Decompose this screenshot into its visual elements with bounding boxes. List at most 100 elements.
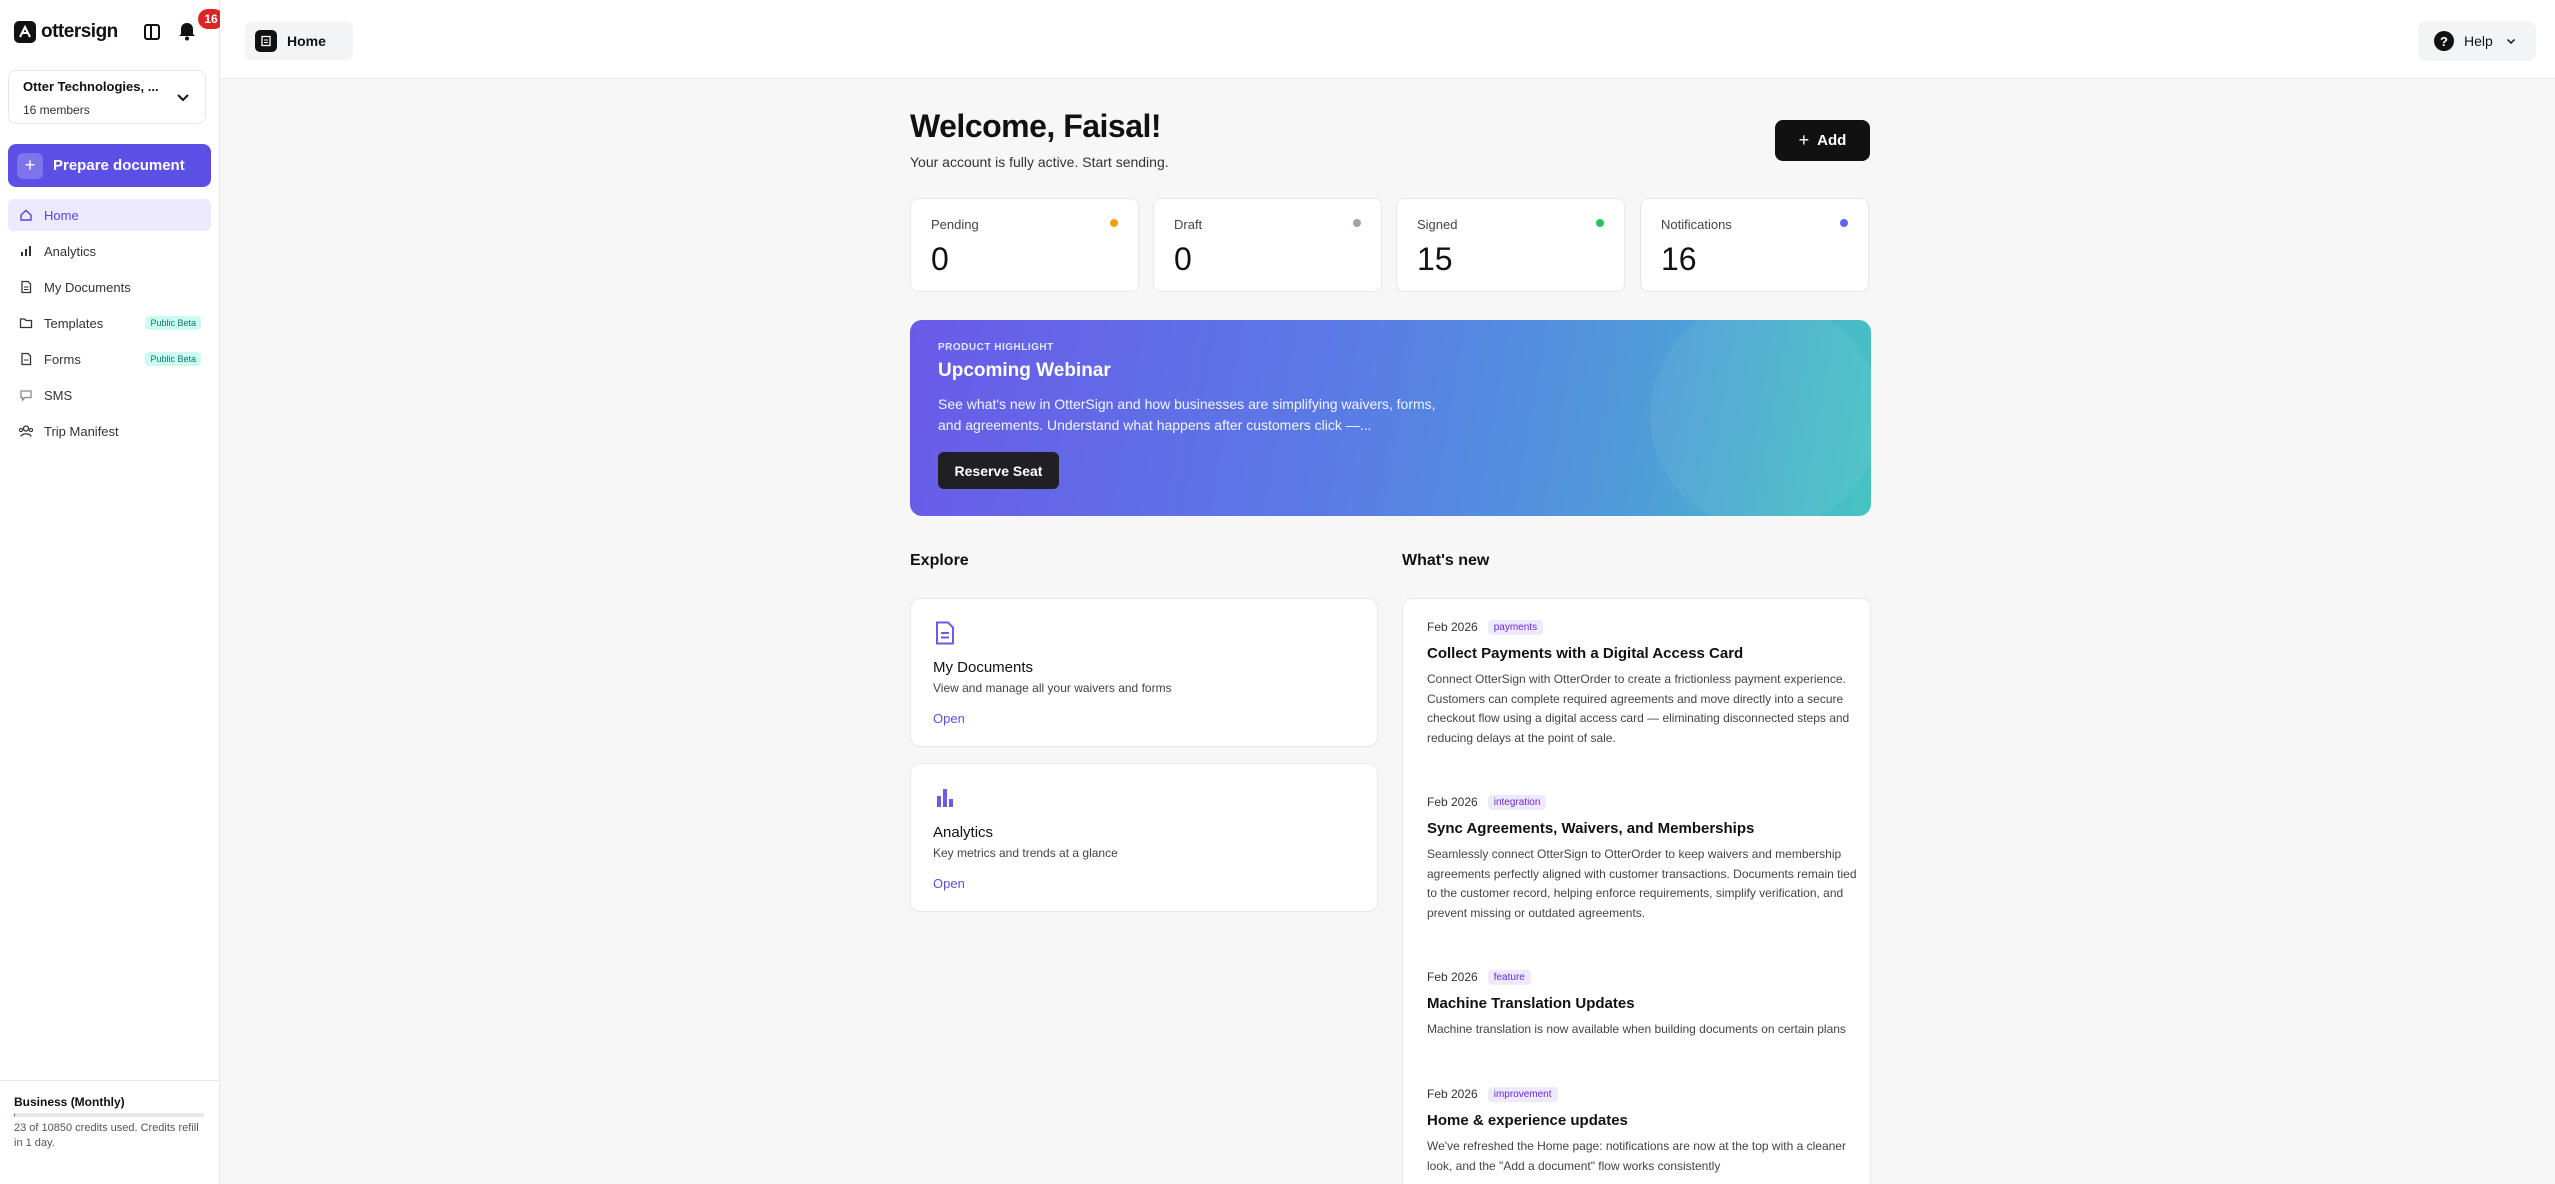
plan-name: Business (Monthly)	[14, 1095, 125, 1109]
sidebar-item-forms[interactable]: Forms Public Beta	[8, 343, 211, 375]
document-icon	[936, 621, 954, 645]
news-title[interactable]: Sync Agreements, Waivers, and Membership…	[1427, 820, 1857, 837]
news-tag: payments	[1487, 619, 1544, 635]
sidebar-item-label: Trip Manifest	[44, 423, 119, 439]
chart-icon	[937, 789, 953, 807]
stat-label: Signed	[1417, 217, 1458, 232]
sidebar: ottersign 16 Otter Technologies, ... 16 …	[0, 0, 224, 1184]
news-date: Feb 2026	[1427, 970, 1478, 984]
whats-new-panel: Feb 2026 payments Collect Payments with a…	[1402, 598, 1871, 1184]
status-dot	[1596, 219, 1604, 227]
chevron-down-icon	[177, 94, 189, 102]
sidebar-item-label: Forms	[44, 351, 81, 367]
main-content: Welcome, Faisal! Your account is fully a…	[220, 80, 2555, 1184]
sidebar-toggle-icon[interactable]	[142, 22, 162, 42]
page-subtitle: Your account is fully active. Start send…	[910, 154, 1169, 170]
chat-icon	[18, 387, 34, 403]
news-item: Feb 2026 payments Collect Payments with a…	[1427, 617, 1857, 748]
prepare-document-button[interactable]: + Prepare document	[8, 144, 211, 187]
page-title: Welcome, Faisal!	[910, 108, 1162, 144]
public-beta-badge: Public Beta	[145, 352, 201, 366]
plan-usage: Business (Monthly) 23 of 10850 credits u…	[0, 1080, 220, 1184]
news-body: Connect OtterSign with OtterOrder to cre…	[1427, 672, 1850, 745]
breadcrumb[interactable]: Home	[245, 22, 353, 60]
open-link[interactable]: Open	[933, 711, 965, 726]
help-label: Help	[2464, 33, 2493, 49]
open-link[interactable]: Open	[933, 876, 965, 891]
bell-icon	[179, 23, 195, 41]
explore-card-analytics[interactable]: Analytics Key metrics and trends at a gl…	[910, 763, 1378, 912]
news-title[interactable]: Home & experience updates	[1427, 1112, 1857, 1129]
org-members-count: 16 members	[23, 103, 90, 117]
sidebar-item-label: Analytics	[44, 243, 97, 259]
notifications-button[interactable]: 16	[176, 9, 224, 44]
stat-card-draft[interactable]: Draft 0	[1153, 198, 1382, 292]
sidebar-item-label: SMS	[44, 387, 73, 403]
sidebar-item-home[interactable]: Home	[8, 199, 211, 231]
plus-icon: +	[17, 152, 43, 179]
sidebar-item-sms[interactable]: SMS	[8, 379, 211, 411]
stat-card-pending[interactable]: Pending 0	[910, 198, 1139, 292]
top-bar: Home ? Help	[220, 0, 2555, 79]
card-title: My Documents	[933, 659, 1034, 676]
sidebar-item-my-documents[interactable]: My Documents	[8, 271, 211, 303]
add-label: Add	[1817, 132, 1847, 149]
explore-card-my-documents[interactable]: My Documents View and manage all your wa…	[910, 598, 1378, 747]
news-date: Feb 2026	[1427, 620, 1478, 634]
sidebar-item-analytics[interactable]: Analytics	[8, 235, 211, 267]
public-beta-badge: Public Beta	[145, 316, 201, 330]
stat-label: Notifications	[1661, 217, 1732, 232]
news-tag: feature	[1487, 969, 1531, 985]
add-button[interactable]: + Add	[1775, 120, 1870, 161]
brand-name[interactable]: ottersign	[41, 21, 118, 43]
folder-icon	[18, 315, 34, 331]
help-icon: ?	[2434, 31, 2454, 51]
stat-value: 0	[931, 241, 949, 277]
sidebar-item-label: Templates	[44, 315, 104, 331]
card-title: Analytics	[933, 824, 994, 841]
sidebar-item-templates[interactable]: Templates Public Beta	[8, 307, 211, 339]
news-item: Feb 2026 integration Sync Agreements, Wai…	[1427, 792, 1857, 923]
sidebar-item-trip-manifest[interactable]: Trip Manifest	[8, 415, 211, 447]
breadcrumb-label: Home	[287, 33, 326, 49]
help-button[interactable]: ? Help	[2418, 21, 2536, 61]
news-tag: integration	[1487, 794, 1547, 810]
news-body: Machine translation is now available whe…	[1427, 1022, 1846, 1036]
stat-label: Draft	[1174, 217, 1203, 232]
news-date: Feb 2026	[1427, 1087, 1478, 1101]
status-dot	[1840, 219, 1848, 227]
banner-title: Upcoming Webinar	[938, 360, 1111, 381]
sidebar-item-label: Home	[44, 207, 79, 223]
credit-usage-bar	[14, 1113, 204, 1117]
stat-card-notifications[interactable]: Notifications 16	[1640, 198, 1869, 292]
credit-usage-fill	[14, 1113, 15, 1117]
stat-value: 16	[1661, 241, 1697, 277]
chart-icon	[18, 243, 34, 259]
news-title[interactable]: Collect Payments with a Digital Access C…	[1427, 645, 1857, 662]
news-body: Seamlessly connect OtterSign to OtterOrd…	[1427, 847, 1857, 920]
org-switcher[interactable]: Otter Technologies, ... 16 members	[8, 70, 206, 124]
stat-card-signed[interactable]: Signed 15	[1396, 198, 1625, 292]
news-title[interactable]: Machine Translation Updates	[1427, 995, 1857, 1012]
card-description: View and manage all your waivers and for…	[933, 681, 1172, 695]
webinar-banner: PRODUCT HIGHLIGHT Upcoming Webinar See w…	[910, 320, 1871, 516]
whats-new-title: What's new	[1402, 552, 1490, 569]
sidebar-nav: Home Analytics My Documents Templates Pu…	[8, 199, 211, 451]
plan-usage-text: 23 of 10850 credits used. Credits refill…	[14, 1122, 199, 1149]
news-body: We've refreshed the Home page: notificat…	[1427, 1139, 1846, 1173]
banner-text: See what's new in OtterSign and how busi…	[938, 396, 1436, 433]
news-item: Feb 2026 feature Machine Translation Upda…	[1427, 967, 1857, 1040]
chevron-down-icon	[2506, 38, 2515, 45]
explore-title: Explore	[910, 552, 969, 569]
reserve-seat-button[interactable]: Reserve Seat	[938, 452, 1059, 489]
form-icon	[18, 351, 34, 367]
ottersign-logo-icon[interactable]	[14, 21, 36, 43]
stat-value: 0	[1174, 241, 1192, 277]
banner-kicker: PRODUCT HIGHLIGHT	[938, 342, 1054, 353]
prepare-document-label: Prepare document	[53, 157, 185, 174]
home-icon	[18, 207, 34, 223]
page-icon	[255, 30, 277, 52]
news-item: Feb 2026 improvement Home & experience up…	[1427, 1084, 1857, 1176]
decorative-circle	[1650, 320, 1871, 516]
sidebar-item-label: My Documents	[44, 279, 131, 295]
